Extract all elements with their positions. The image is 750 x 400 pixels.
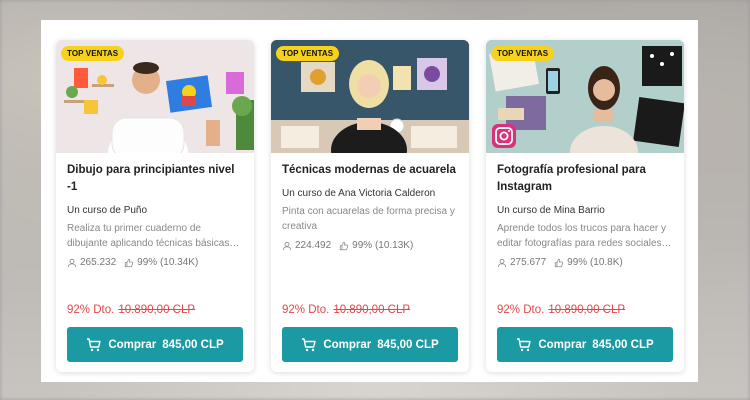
course-title[interactable]: Técnicas modernas de acuarela xyxy=(282,162,458,179)
user-icon xyxy=(282,241,292,250)
course-stats: 265.232 99% (10.34K) xyxy=(67,257,243,268)
course-stats: 224.492 99% (10.13K) xyxy=(282,240,458,251)
old-price: 10.890,00 CLP xyxy=(118,304,196,316)
price-line: 92% Dto. 10.890,00 CLP xyxy=(282,304,410,316)
course-title[interactable]: Fotografía profesional para Instagram xyxy=(497,162,673,196)
course-author: Un curso de Puño xyxy=(67,205,148,216)
rating: 99% (10.34K) xyxy=(137,257,199,268)
top-sales-badge: TOP VENTAS xyxy=(61,46,125,61)
thumbs-up-icon xyxy=(125,258,134,267)
instagram-icon xyxy=(492,124,516,148)
buy-price: 845,00 CLP xyxy=(592,338,654,351)
discount-label: 92% Dto. xyxy=(282,304,330,316)
old-price: 10.890,00 CLP xyxy=(548,304,626,316)
buy-label: Comprar xyxy=(108,338,157,351)
user-icon xyxy=(67,258,77,267)
course-card[interactable]: TOP VENTAS Fotografía profesional para I… xyxy=(486,40,684,372)
cart-icon xyxy=(517,337,532,351)
students-count: 224.492 xyxy=(295,240,332,251)
course-author: Un curso de Ana Victoria Calderon xyxy=(282,188,436,199)
students-count: 265.232 xyxy=(80,257,117,268)
price-line: 92% Dto. 10.890,00 CLP xyxy=(497,304,625,316)
top-sales-badge: TOP VENTAS xyxy=(276,46,340,61)
buy-button[interactable]: Comprar 845,00 CLP xyxy=(67,327,243,362)
course-description: Aprende todos los trucos para hacer y ed… xyxy=(497,223,672,249)
course-stats: 275.677 99% (10.8K) xyxy=(497,257,673,268)
rating: 99% (10.13K) xyxy=(352,240,414,251)
price-line: 92% Dto. 10.890,00 CLP xyxy=(67,304,195,316)
buy-button[interactable]: Comprar 845,00 CLP xyxy=(282,327,458,362)
rating: 99% (10.8K) xyxy=(567,257,623,268)
course-thumbnail[interactable]: TOP VENTAS xyxy=(271,40,469,153)
buy-label: Comprar xyxy=(538,338,587,351)
course-description: Realiza tu primer cuaderno de dibujante … xyxy=(67,223,240,249)
discount-label: 92% Dto. xyxy=(497,304,545,316)
buy-price: 845,00 CLP xyxy=(377,338,439,351)
cart-icon xyxy=(87,337,102,351)
buy-button[interactable]: Comprar 845,00 CLP xyxy=(497,327,673,362)
cart-icon xyxy=(302,337,317,351)
thumbs-up-icon xyxy=(340,241,349,250)
course-carousel: TOP VENTAS Dibujo para principiantes niv… xyxy=(41,20,698,382)
top-sales-badge: TOP VENTAS xyxy=(491,46,555,61)
thumbs-up-icon xyxy=(555,258,564,267)
buy-price: 845,00 CLP xyxy=(162,338,224,351)
user-icon xyxy=(497,258,507,267)
course-thumbnail[interactable]: TOP VENTAS xyxy=(56,40,254,153)
course-description: Pinta con acuarelas de forma precisa y c… xyxy=(282,206,455,232)
buy-label: Comprar xyxy=(323,338,372,351)
course-thumbnail[interactable]: TOP VENTAS xyxy=(486,40,684,153)
course-card[interactable]: TOP VENTAS Técnicas modernas de acuarela… xyxy=(271,40,469,372)
course-title[interactable]: Dibujo para principiantes nivel -1 xyxy=(67,162,243,196)
old-price: 10.890,00 CLP xyxy=(333,304,411,316)
students-count: 275.677 xyxy=(510,257,547,268)
discount-label: 92% Dto. xyxy=(67,304,115,316)
course-card[interactable]: TOP VENTAS Dibujo para principiantes niv… xyxy=(56,40,254,372)
course-author: Un curso de Mina Barrio xyxy=(497,205,605,216)
